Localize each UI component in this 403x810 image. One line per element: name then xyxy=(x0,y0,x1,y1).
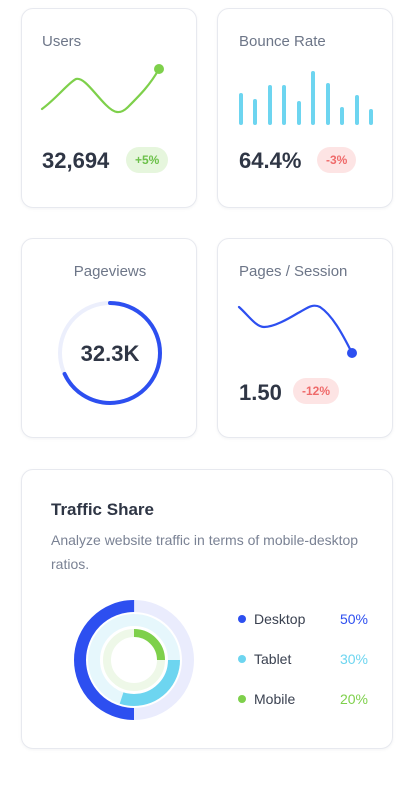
traffic-share-title: Traffic Share xyxy=(51,500,154,519)
bounce-bar xyxy=(311,71,315,125)
users-card-title: Users xyxy=(42,33,82,50)
pages-session-sparkline xyxy=(237,304,357,358)
pages-session-end-dot xyxy=(347,348,357,358)
users-sparkline-end-dot xyxy=(154,64,164,74)
pageviews-card-title: Pageviews xyxy=(73,263,147,280)
legend-percent: 30% xyxy=(339,651,368,667)
pages-session-card-title: Pages / Session xyxy=(239,263,348,280)
bounce-bar xyxy=(239,93,243,125)
bounce-bar xyxy=(268,85,272,125)
pages-session-card: Pages / Session 1.50 -12% xyxy=(217,238,393,438)
pages-session-sparkline-line xyxy=(237,304,354,355)
users-change-badge: +5% xyxy=(126,147,169,173)
bounce-rate-value: 64.4% xyxy=(239,148,302,173)
users-sparkline-line xyxy=(40,67,161,114)
bounce-bar xyxy=(326,83,330,125)
bounce-bar xyxy=(282,85,286,125)
pages-session-value: 1.50 xyxy=(239,380,282,405)
legend-item-mobile: Mobile 20% xyxy=(238,690,368,710)
legend-item-desktop: Desktop 50% xyxy=(238,610,368,630)
bounce-rate-bars xyxy=(239,71,373,125)
pageviews-card: Pageviews 32.3K xyxy=(21,238,197,438)
pages-session-change-badge: -12% xyxy=(293,378,340,404)
bounce-bar xyxy=(355,95,359,125)
bounce-bar xyxy=(369,109,373,125)
bounce-bar xyxy=(340,107,344,125)
donut-center xyxy=(115,641,153,679)
traffic-share-donut xyxy=(74,600,194,720)
traffic-share-card: Traffic Share Analyze website traffic in… xyxy=(21,469,393,749)
users-sparkline xyxy=(40,64,164,114)
legend-label: Mobile xyxy=(254,691,296,707)
legend-label: Tablet xyxy=(254,651,292,667)
desktop-dot-icon xyxy=(238,615,246,623)
traffic-share-description: Analyze website traffic in terms of mobi… xyxy=(51,532,359,572)
tablet-dot-icon xyxy=(238,655,246,663)
legend-item-tablet: Tablet 30% xyxy=(238,650,368,670)
mobile-dot-icon xyxy=(238,695,246,703)
users-value: 32,694 xyxy=(42,148,110,173)
legend-label: Desktop xyxy=(254,611,306,627)
bounce-rate-card: Bounce Rate 64.4% -3% xyxy=(217,8,393,208)
bounce-bar xyxy=(253,99,257,125)
bounce-bar xyxy=(297,101,301,125)
legend-percent: 20% xyxy=(339,691,368,707)
legend-percent: 50% xyxy=(339,611,368,627)
pageviews-value: 32.3K xyxy=(80,341,140,366)
users-card: Users 32,694 +5% xyxy=(21,8,197,208)
bounce-rate-change-badge: -3% xyxy=(317,147,357,173)
bounce-rate-card-title: Bounce Rate xyxy=(239,33,326,50)
